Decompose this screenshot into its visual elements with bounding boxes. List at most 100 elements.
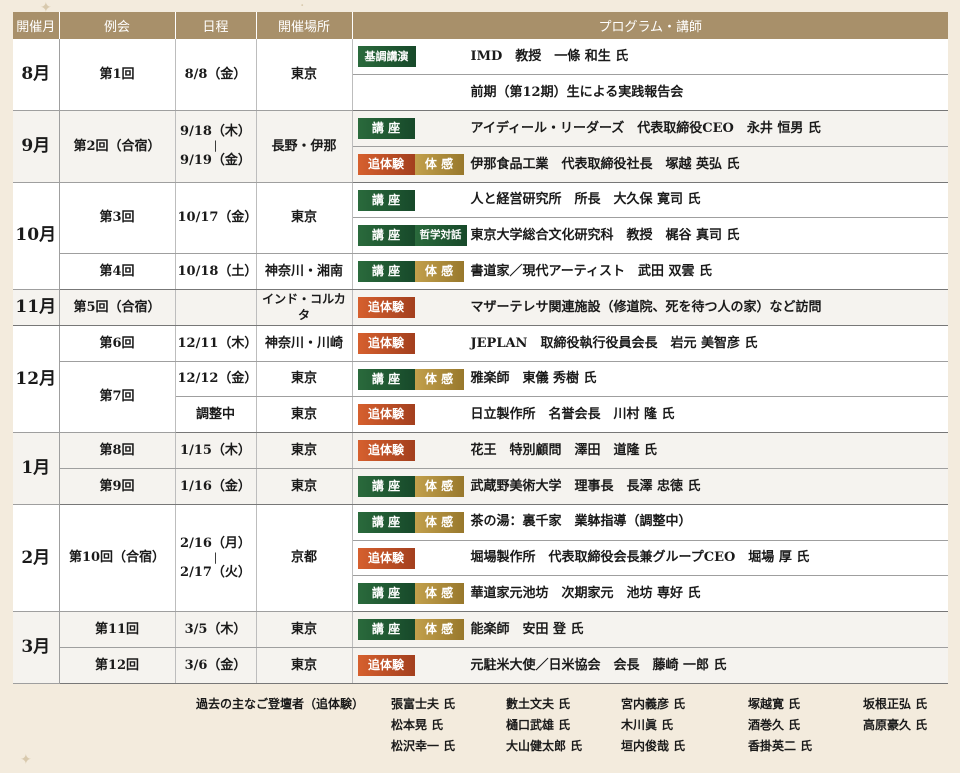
program-cell: 基調講演 IMD 教授 一條 和生 氏 [352, 39, 948, 76]
session-cell: 第8回 [59, 432, 176, 470]
table-row: 3月 第11回 3/5（木） 東京 講 座体 感能楽師 安田 登 氏 [13, 611, 948, 684]
past-speaker-name: 松本晃 氏 [391, 718, 444, 732]
experience-tag: 追体験 [357, 404, 415, 426]
month-cell: 8月 [13, 39, 60, 112]
place-cell: 京都 [256, 504, 353, 613]
program-cell: 追体験 日立製作所 名誉会長 川村 隆 氏 [352, 396, 948, 434]
date-cell: 調整中 [175, 396, 257, 434]
place-cell: 神奈川・湘南 [256, 253, 353, 291]
experience-tag: 追体験 [357, 440, 415, 462]
date-cell: 2/16（月） | 2/17（火） [175, 504, 257, 613]
experience-tag: 追体験 [357, 547, 415, 569]
session-cell: 第4回 [59, 253, 176, 291]
table-row: 9月 第2回（合宿） 9/18（木） | 9/19（金） 長野・伊那 講 座 アイディ… [13, 110, 948, 183]
past-speaker-name: 大山健太郎 氏 [506, 739, 583, 753]
past-speaker-name: 數土文夫 氏 [506, 697, 571, 711]
date-separator: | [213, 551, 218, 565]
program-cell: 追体験 元駐米大使／日米協会 会長 藤崎 一郎 氏 [352, 647, 948, 684]
table-row: 8月 第1回 8/8（金） 東京 基調講演 IMD 教授 一條 和生 氏 [13, 39, 948, 112]
sensory-tag: 体 感 [414, 583, 464, 605]
session-cell: 第9回 [59, 468, 176, 505]
month-cell: 3月 [13, 611, 60, 684]
place-cell: インド・コルカタ [256, 289, 353, 326]
program-text: 元駐米大使／日米協会 会長 藤崎 一郎 氏 [470, 657, 727, 673]
place-cell: 東京 [256, 611, 353, 649]
past-speaker-name: 松沢幸一 氏 [391, 739, 456, 753]
place-cell: 東京 [256, 647, 353, 684]
past-speakers-label: 過去の主なご登壇者（追体験） [196, 697, 365, 711]
date-cell: 12/11（木） [175, 325, 257, 362]
past-speaker-name: 張富士夫 氏 [391, 697, 456, 711]
date-cell: 10/18（土） [175, 253, 257, 291]
philosophy-dialogue-tag: 哲学対話 [414, 225, 467, 247]
month-cell: 1月 [13, 432, 60, 505]
sensory-tag: 体 感 [414, 153, 464, 175]
program-cell: 追体験 マザーテレサ関連施設（修道院、死を待つ人の家）など訪問 [352, 289, 948, 326]
schedule-table: 開催月 例会 日程 開催場所 プログラム・講師 8月 第1回 8/8（金） 東京… [13, 12, 948, 684]
date-start: 2/16（月） [180, 535, 251, 551]
place-cell: 東京 [256, 182, 353, 255]
header-month: 開催月 [13, 12, 60, 39]
place-cell: 東京 [256, 361, 353, 398]
session-cell: 第10回（合宿） [59, 504, 176, 613]
header-program: プログラム・講師 [352, 12, 948, 39]
sensory-tag: 体 感 [414, 368, 464, 390]
schedule-sheet: 開催月 例会 日程 開催場所 プログラム・講師 8月 第1回 8/8（金） 東京… [13, 12, 948, 684]
header-place: 開催場所 [256, 12, 353, 39]
program-cell: 講 座 人と経営研究所 所長 大久保 寛司 氏 [352, 182, 948, 219]
experience-tag: 追体験 [357, 153, 415, 175]
program-cell: 追体験 JEPLAN 取締役執行役員会長 岩元 美智彦 氏 [352, 325, 948, 362]
sensory-tag: 体 感 [414, 511, 464, 533]
session-cell: 第3回 [59, 182, 176, 255]
month-cell: 2月 [13, 504, 60, 613]
past-speaker-name: 坂根正弘 氏 [863, 697, 928, 711]
program-cell: 講 座体 感能楽師 安田 登 氏 [352, 611, 948, 649]
session-cell: 第2回（合宿） [59, 110, 176, 183]
past-speakers-grid: 張富士夫 氏 數土文夫 氏 宮内義彦 氏 塚越寛 氏 坂根正弘 氏 松本晃 氏 … [391, 694, 960, 757]
place-cell: 長野・伊那 [256, 110, 353, 183]
past-speaker-name: 垣内俊哉 氏 [621, 739, 686, 753]
experience-tag: 追体験 [357, 296, 415, 318]
past-speaker-name: 木川眞 氏 [621, 718, 674, 732]
lecture-tag: 講 座 [357, 189, 415, 211]
program-text: 人と経営研究所 所長 大久保 寛司 氏 [470, 192, 701, 208]
date-cell: 12/12（金） [175, 361, 257, 398]
program-text: 書道家／現代アーティスト 武田 双雲 氏 [470, 263, 713, 279]
lecture-tag: 講 座 [357, 261, 415, 283]
month-cell: 11月 [13, 289, 60, 326]
date-cell: 3/5（木） [175, 611, 257, 649]
program-text: 前期（第12期）生による実践報告会 [470, 84, 684, 100]
date-end: 2/17（火） [180, 565, 251, 581]
program-text: 東京大学総合文化研究科 教授 梶谷 真司 氏 [470, 228, 740, 244]
experience-tag: 追体験 [357, 332, 415, 354]
program-cell: 講 座体 感茶の湯：裏千家 業躰指導（調整中） [352, 504, 948, 541]
place-cell: 東京 [256, 432, 353, 470]
lecture-tag: 講 座 [357, 475, 415, 497]
session-cell: 第1回 [59, 39, 176, 112]
program-text: 日立製作所 名誉会長 川村 隆 氏 [470, 407, 675, 423]
program-text: 伊那食品工業 代表取締役社長 塚越 英弘 氏 [470, 156, 740, 172]
date-cell: 3/6（金） [175, 647, 257, 684]
date-cell: 8/8（金） [175, 39, 257, 112]
session-cell: 第6回 [59, 325, 176, 362]
program-text: アイディール・リーダーズ 代表取締役CEO 永井 恒男 氏 [470, 120, 821, 136]
program-text: JEPLAN 取締役執行役員会長 岩元 美智彦 氏 [470, 335, 758, 351]
program-text: 武蔵野美術大学 理事長 長澤 忠徳 氏 [470, 478, 701, 494]
program-cell: 講 座体 感武蔵野美術大学 理事長 長澤 忠徳 氏 [352, 468, 948, 505]
session-cell: 第5回（合宿） [59, 289, 176, 326]
date-cell: 10/17（金） [175, 182, 257, 255]
past-speaker-name: 高原豪久 氏 [863, 718, 928, 732]
program-cell: 講 座体 感華道家元池坊 次期家元 池坊 専好 氏 [352, 575, 948, 613]
program-text: 花王 特別顧問 澤田 道隆 氏 [470, 442, 658, 458]
month-cell: 12月 [13, 325, 60, 434]
table-row: 12月 第6回 12/11（木） 神奈川・川崎 追体験 JEPLAN 取締役執行役… [13, 325, 948, 434]
date-cell [175, 289, 257, 326]
table-row: 第12回 3/6（金） 東京 追体験 元駐米大使／日米協会 会長 藤崎 一郎 氏 [13, 647, 948, 684]
program-text: 堀場製作所 代表取締役会長兼グループCEO 堀場 厚 氏 [470, 550, 810, 566]
session-cell: 第7回 [59, 361, 176, 434]
lecture-tag: 講 座 [357, 583, 415, 605]
session-cell: 第11回 [59, 611, 176, 649]
date-cell: 9/18（木） | 9/19（金） [175, 110, 257, 183]
place-cell: 神奈川・川崎 [256, 325, 353, 362]
program-cell: 講 座体 感書道家／現代アーティスト 武田 双雲 氏 [352, 253, 948, 291]
